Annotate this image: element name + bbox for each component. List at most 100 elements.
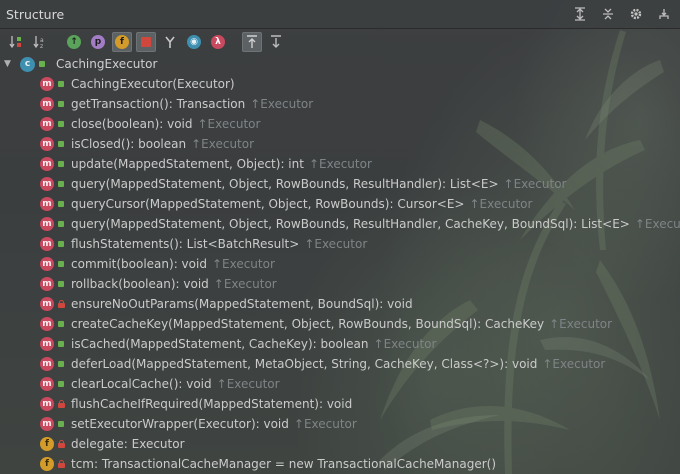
collapse-arrow-icon[interactable]: ▼ — [4, 59, 16, 69]
autoscroll-to-source-button[interactable] — [242, 32, 262, 52]
property-icon: p — [91, 35, 105, 49]
member-signature: delegate: Executor — [71, 437, 185, 451]
sort-alphabetically-button[interactable]: az — [30, 32, 50, 52]
method-icon: m — [40, 157, 54, 171]
tree-method-item[interactable]: m clearLocalCache(): void ↑Executor — [0, 374, 680, 394]
field-icon: f — [40, 457, 54, 471]
member-signature: query(MappedStatement, Object, RowBounds… — [71, 217, 630, 231]
public-visibility-icon — [56, 278, 66, 290]
method-icon: m — [40, 397, 54, 411]
inherited-from-label: ↑Executor — [549, 317, 613, 331]
method-icon: m — [40, 257, 54, 271]
public-visibility-icon — [56, 118, 66, 130]
tree-method-item[interactable]: m query(MappedStatement, Object, RowBound… — [0, 214, 680, 234]
structure-toolbar: az ↑ p f ◉ λ — [0, 30, 680, 54]
tree-method-item[interactable]: m CachingExecutor(Executor) — [0, 74, 680, 94]
tree-method-item[interactable]: m close(boolean): void ↑Executor — [0, 114, 680, 134]
show-non-public-button[interactable] — [136, 32, 156, 52]
tree-root-class[interactable]: ▼ c CachingExecutor — [0, 54, 680, 74]
tree-method-item[interactable]: m createCacheKey(MappedStatement, Object,… — [0, 314, 680, 334]
method-icon: m — [40, 197, 54, 211]
member-signature: setExecutorWrapper(Executor): void — [71, 417, 289, 431]
inherited-from-label: ↑Executor — [293, 417, 357, 431]
method-icon: m — [40, 317, 54, 331]
settings-button[interactable] — [626, 4, 646, 24]
group-by-inheritance-button[interactable]: ↑ — [64, 32, 84, 52]
member-signature: flushCacheIfRequired(MappedStatement): v… — [71, 397, 353, 411]
tree-method-item[interactable]: m ensureNoOutParams(MappedStatement, Boun… — [0, 294, 680, 314]
structure-tree: ▼ c CachingExecutor m CachingExecutor(Exe… — [0, 54, 680, 474]
method-icon: m — [40, 177, 54, 191]
field-icon: f — [40, 437, 54, 451]
member-signature: query(MappedStatement, Object, RowBounds… — [71, 177, 499, 191]
inherited-from-label: ↑Executor — [308, 157, 372, 171]
tree-method-item[interactable]: m queryCursor(MappedStatement, Object, Ro… — [0, 194, 680, 214]
inherited-from-label: ↑Executor — [197, 117, 261, 131]
private-lock-icon — [56, 458, 66, 470]
tree-method-item[interactable]: m deferLoad(MappedStatement, MetaObject, … — [0, 354, 680, 374]
collapse-all-button[interactable] — [598, 4, 618, 24]
tree-method-item[interactable]: m getTransaction(): Transaction ↑Executor — [0, 94, 680, 114]
show-inherited-button[interactable]: ◉ — [184, 32, 204, 52]
tree-method-item[interactable]: m rollback(boolean): void ↑Executor — [0, 274, 680, 294]
method-icon: m — [40, 377, 54, 391]
public-visibility-icon — [56, 198, 66, 210]
inherited-from-label: ↑Executor — [213, 277, 277, 291]
public-visibility-icon — [56, 258, 66, 270]
sort-alphabetically-icon: az — [33, 36, 44, 50]
member-signature: ensureNoOutParams(MappedStatement, Bound… — [71, 297, 413, 311]
tree-method-item[interactable]: m flushCacheIfRequired(MappedStatement): … — [0, 394, 680, 414]
tree-method-item[interactable]: m isCached(MappedStatement, CacheKey): bo… — [0, 334, 680, 354]
private-lock-icon — [56, 398, 66, 410]
tree-method-item[interactable]: m commit(boolean): void ↑Executor — [0, 254, 680, 274]
tree-method-item[interactable]: m isClosed(): boolean ↑Executor — [0, 134, 680, 154]
method-icon: m — [40, 417, 54, 431]
inherited-from-label: ↑Executor — [634, 217, 680, 231]
method-icon: m — [40, 337, 54, 351]
member-signature: isClosed(): boolean — [71, 137, 187, 151]
sort-by-visibility-button[interactable] — [6, 32, 26, 52]
show-anonymous-button[interactable] — [160, 32, 180, 52]
public-visibility-icon — [56, 318, 66, 330]
show-fields-button[interactable]: f — [112, 32, 132, 52]
sort-by-visibility-icon — [9, 36, 21, 49]
member-signature: commit(boolean): void — [71, 257, 207, 271]
member-signature: rollback(boolean): void — [71, 277, 209, 291]
tree-method-item[interactable]: m query(MappedStatement, Object, RowBound… — [0, 174, 680, 194]
member-signature: isCached(MappedStatement, CacheKey): boo… — [71, 337, 369, 351]
hide-panel-button[interactable] — [654, 4, 674, 24]
show-lambdas-button[interactable]: λ — [208, 32, 228, 52]
inherited-from-label: ↑Executor — [373, 337, 437, 351]
tree-method-item[interactable]: m setExecutorWrapper(Executor): void ↑Exec… — [0, 414, 680, 434]
member-signature: CachingExecutor(Executor) — [71, 77, 235, 91]
anonymous-class-icon — [165, 36, 175, 48]
method-icon: m — [40, 357, 54, 371]
class-name: CachingExecutor — [56, 57, 158, 71]
public-visibility-icon — [56, 78, 66, 90]
method-icon: m — [40, 117, 54, 131]
public-visibility-icon — [37, 58, 47, 70]
class-icon: c — [20, 56, 35, 72]
member-signature: flushStatements(): List<BatchResult> — [71, 237, 300, 251]
gear-icon — [630, 8, 642, 20]
tree-method-item[interactable]: m flushStatements(): List<BatchResult> ↑Ex… — [0, 234, 680, 254]
member-signature: close(boolean): void — [71, 117, 193, 131]
public-visibility-icon — [56, 218, 66, 230]
inherited-from-label: ↑Executor — [250, 97, 314, 111]
hide-panel-icon — [659, 9, 669, 19]
autoscroll-from-source-icon — [271, 35, 281, 48]
field-icon: f — [115, 35, 129, 49]
member-signature: clearLocalCache(): void — [71, 377, 212, 391]
inherited-members-icon: ◉ — [187, 35, 201, 49]
expand-all-button[interactable] — [570, 4, 590, 24]
expand-all-icon — [575, 7, 585, 21]
tree-method-item[interactable]: m update(MappedStatement, Object): int ↑Ex… — [0, 154, 680, 174]
show-properties-button[interactable]: p — [88, 32, 108, 52]
public-visibility-icon — [56, 138, 66, 150]
public-visibility-icon — [56, 178, 66, 190]
private-lock-icon — [56, 298, 66, 310]
autoscroll-from-source-button[interactable] — [266, 32, 286, 52]
private-lock-icon — [56, 438, 66, 450]
tree-field-item[interactable]: f tcm: TransactionalCacheManager = new Tr… — [0, 454, 680, 474]
tree-field-item[interactable]: f delegate: Executor — [0, 434, 680, 454]
